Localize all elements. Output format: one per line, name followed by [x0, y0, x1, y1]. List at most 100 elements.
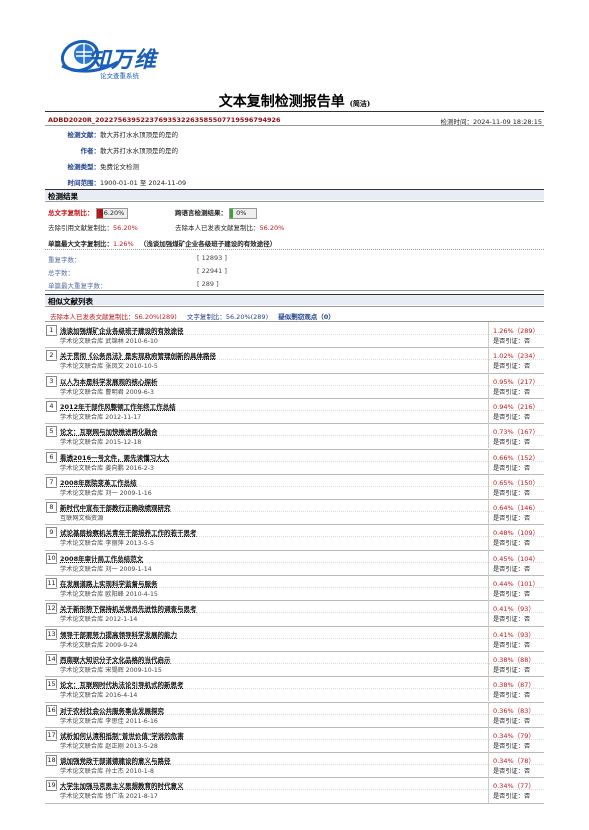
- item-citation-label: 是否引证：: [493, 489, 524, 497]
- item-inner-divider: [56, 536, 544, 538]
- item-source: 学术论文联合库 刘一 2009-1-16: [60, 489, 152, 497]
- item-source: 学术论文联合库 宋锡辉 2009-10-15: [60, 666, 162, 674]
- item-divider: [45, 701, 544, 703]
- item-divider: [45, 650, 544, 652]
- item-citation-value: 否: [523, 666, 531, 674]
- item-source: 学术论文联合库 刘一 2009-1-14: [60, 565, 152, 573]
- item-source: 学术论文联合库 赵正刚 2013-5-28: [60, 742, 158, 750]
- item-inner-divider: [56, 764, 544, 766]
- exclude-self-value: 56.20%: [259, 224, 285, 232]
- item-inner-divider: [56, 561, 544, 563]
- meta-row: 检测类型：免费论文检测: [66, 161, 140, 171]
- item-citation: 是否引证：否: [493, 387, 530, 396]
- item-inner-divider: [56, 688, 544, 690]
- item-citation-value: 否: [523, 388, 531, 396]
- exclude-reference-label: 去除引用文献复制比：: [48, 224, 113, 232]
- item-inner-divider: [56, 409, 544, 411]
- item-divider: [45, 625, 544, 627]
- meta-value: 散大苏打水水顶顶是的是的: [100, 147, 178, 155]
- stats-divider: [45, 249, 544, 250]
- item-inner-divider: [56, 384, 544, 386]
- summary-plagiarism: 疑似剽窃观点（0）: [278, 313, 335, 321]
- item-citation-value: 否: [523, 540, 531, 548]
- item-citation-label: 是否引证：: [493, 641, 524, 649]
- item-citation: 是否引证：否: [493, 766, 530, 775]
- max-single-value: 1.26%: [113, 240, 134, 248]
- item-citation: 是否引证：否: [493, 640, 530, 649]
- item-citation: 是否引证：否: [493, 437, 530, 446]
- item-source: 学术论文联合库 2015-12-18: [60, 439, 142, 447]
- exclude-reference-ratio: 去除引用文献复制比：56.20%: [48, 222, 138, 232]
- item-divider: [45, 777, 544, 779]
- item-source: 互联网文档资源: [60, 515, 104, 523]
- item-citation: 是否引证：否: [493, 665, 530, 674]
- item-citation-value: 否: [523, 742, 531, 750]
- item-source: 学术论文联合库 曹明君 2009-6-3: [60, 388, 154, 396]
- item-citation-label: 是否引证：: [493, 591, 524, 598]
- item-source: 学术论文联合库 李丽萍 2013-5-5: [60, 540, 154, 548]
- item-source: 学术论文联合库 姜向鹏 2016-2-3: [60, 464, 154, 472]
- brand-subtitle: 论文查重系统: [100, 72, 139, 80]
- exclude-self-ratio: 去除本人已发表文献复制比：56.20%: [175, 222, 284, 232]
- item-source: 学术论文联合库 徐广浩 2021-8-17: [60, 793, 158, 801]
- meta-value: 1900-01-01 至 2024-11-09: [100, 179, 187, 187]
- item-divider: [45, 448, 544, 450]
- item-divider: [45, 473, 544, 475]
- similar-header-divider: [45, 306, 544, 307]
- item-inner-divider: [56, 485, 544, 487]
- item-citation: 是否引证：否: [493, 614, 530, 623]
- meta-label: 时间范围：: [67, 179, 101, 187]
- item-citation: 是否引证：否: [493, 690, 530, 699]
- item-citation-value: 否: [523, 591, 531, 598]
- item-inner-divider: [56, 637, 544, 639]
- item-citation: 是否引证：否: [493, 361, 530, 370]
- meta-value: 免费论文检测: [100, 163, 139, 171]
- item-citation-value: 否: [523, 616, 531, 624]
- item-citation-value: 否: [523, 692, 531, 700]
- item-citation-value: 否: [523, 768, 531, 776]
- item-citation-label: 是否引证：: [493, 768, 524, 776]
- item-divider: [45, 423, 544, 425]
- item-inner-divider: [56, 738, 544, 740]
- meta-label: 检测类型：: [67, 163, 101, 171]
- total-copy-bar: 56.20%: [95, 207, 128, 219]
- similar-summary: 去除本人已发表文献复制比：56.20%(289) 文字复制比：56.20%(28…: [50, 311, 335, 321]
- stats-bottom-divider: [45, 290, 544, 291]
- total-copy-ratio: 总文字复制比： 56.20%: [48, 207, 128, 219]
- item-citation-value: 否: [523, 641, 531, 649]
- meta-label: 作者：: [80, 147, 101, 155]
- report-title-text: 文本复制检测报告单: [218, 94, 345, 110]
- item-citation: 是否引证：否: [493, 412, 530, 421]
- list-top-divider: [45, 321, 544, 322]
- item-citation-label: 是否引证：: [493, 742, 524, 750]
- item-citation-label: 是否引证：: [493, 413, 524, 421]
- item-source: 学术论文联合库 张凤文 2010-10-5: [60, 363, 158, 371]
- item-citation-label: 是否引证：: [493, 565, 524, 573]
- meta-row: 检测文献：散大苏打水水顶顶是的是的: [66, 129, 179, 139]
- item-citation-label: 是否引证：: [493, 717, 524, 725]
- report-title: 文本复制检测报告单 (简洁): [0, 91, 589, 111]
- item-citation-value: 否: [523, 489, 531, 497]
- item-citation: 是否引证：否: [493, 791, 530, 800]
- max-single-ratio: 单篇最大文字复制比：1.26% （浅谈加强煤矿企业各级班子建设的有效途径）: [48, 238, 276, 248]
- item-divider: [45, 549, 544, 551]
- summary-exclude-self: 去除本人已发表文献复制比：56.20%(289): [50, 313, 177, 321]
- item-divider: [45, 347, 544, 349]
- total-copy-value: 56.20%: [99, 208, 125, 217]
- item-citation-label: 是否引证：: [493, 692, 524, 700]
- result-header-bg: [45, 190, 544, 200]
- item-inner-divider: [56, 612, 544, 614]
- meta-value: 散大苏打水水顶顶是的是的: [100, 131, 178, 139]
- item-citation: 是否引证：否: [493, 741, 530, 750]
- item-citation-label: 是否引证：: [493, 666, 524, 674]
- item-citation-value: 否: [523, 717, 531, 725]
- exclude-reference-value: 56.20%: [113, 224, 138, 232]
- item-source: 学术论文联合库 欧阳峰 2010-4-15: [60, 591, 158, 598]
- meta-row: 作者：散大苏打水水顶顶是的是的: [66, 145, 179, 155]
- item-source: 学术论文联合库 孙士杰 2010-1-8: [60, 768, 154, 776]
- stat-value: [ 289 ]: [197, 280, 219, 288]
- item-citation-label: 是否引证：: [493, 464, 524, 472]
- item-source: 学术论文联合库 2012-11-17: [60, 413, 142, 421]
- item-divider: [45, 499, 544, 501]
- item-citation: 是否引证：否: [493, 716, 530, 725]
